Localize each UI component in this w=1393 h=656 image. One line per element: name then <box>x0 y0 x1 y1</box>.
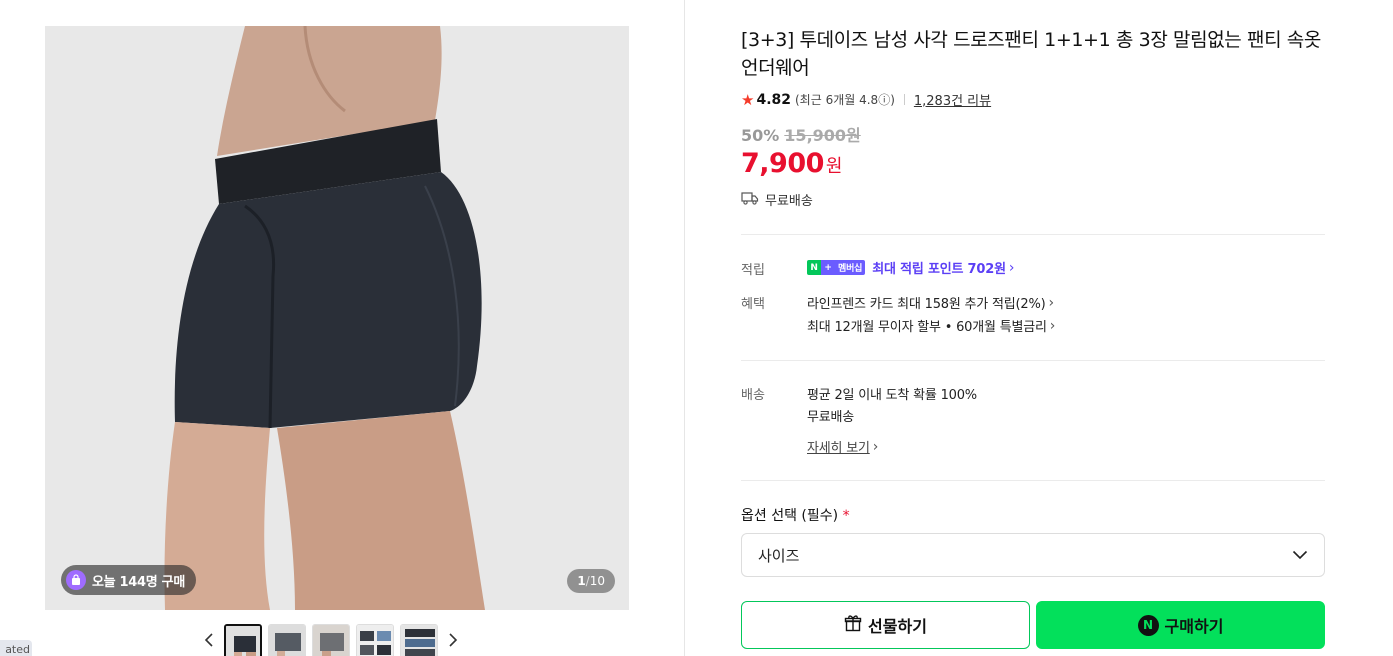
thumbnail-3[interactable] <box>312 624 350 656</box>
option-label: 옵션 선택 (필수) * <box>741 505 850 525</box>
divider <box>741 480 1325 481</box>
required-mark: * <box>842 508 850 524</box>
delivery-arrival-text: 평균 2일 이내 도착 확률 100% <box>807 388 977 403</box>
divider <box>903 94 905 105</box>
thumbnail-4[interactable] <box>356 624 394 656</box>
membership-points-link[interactable]: N + 멤버십 최대 적립 포인트 702원 › <box>807 258 1014 277</box>
discount-percent: 50% <box>741 126 780 145</box>
recent-rating[interactable]: (최근 6개월 4.8ⓘ) <box>795 91 895 108</box>
thumbnail-5[interactable] <box>400 624 438 656</box>
thumbnail-2[interactable] <box>268 624 306 656</box>
page-total: 10 <box>589 574 605 588</box>
delivery-arrival: 평균 2일 이내 도착 확률 100% <box>807 384 977 403</box>
star-icon: ★ <box>741 90 755 109</box>
card-benefit-link[interactable]: 라인프렌즈 카드 최대 158원 추가 적립(2%) › <box>807 293 1054 313</box>
sale-price-row: 7,900 원 <box>741 148 842 179</box>
shopping-bag-icon <box>66 570 86 590</box>
review-count-link[interactable]: 1,283건 리뷰 <box>914 90 991 109</box>
chevron-down-icon <box>1292 546 1308 564</box>
delivery-detail-link[interactable]: 자세히 보기 › <box>807 437 879 457</box>
buy-button[interactable]: N 구매하기 <box>1036 601 1325 649</box>
discount-row: 50% 15,900원 <box>741 122 861 146</box>
rating-row: ★ 4.82 (최근 6개월 4.8ⓘ) 1,283건 리뷰 <box>741 90 991 110</box>
product-main-image[interactable]: 오늘 144명 구매 1 / 10 <box>45 26 629 610</box>
corner-status-tag: ated <box>0 640 32 656</box>
thumbnail-strip <box>200 624 462 656</box>
delivery-label: 배송 <box>741 388 765 403</box>
plus-icon: + <box>821 260 835 275</box>
option-select-value: 사이즈 <box>758 546 800 565</box>
chevron-right-icon: › <box>1049 317 1056 334</box>
image-page-indicator: 1 / 10 <box>567 569 615 593</box>
delivery-fee-text: 무료배송 <box>807 410 855 425</box>
installment-benefit-link[interactable]: 최대 12개월 무이자 할부 • 60개월 특별금리 › <box>807 316 1056 336</box>
rating-score: 4.82 <box>756 91 791 108</box>
divider <box>741 234 1325 235</box>
buy-count-text: 오늘 144명 구매 <box>92 574 185 590</box>
free-shipping-row: 무료배송 <box>741 190 813 209</box>
product-gallery: 오늘 144명 구매 1 / 10 <box>0 0 685 656</box>
max-points-text: 최대 적립 포인트 702원 <box>872 262 1006 277</box>
gift-button-label: 선물하기 <box>868 617 927 636</box>
product-title: [3+3] 투데이즈 남성 사각 드로즈팬티 1+1+1 총 3장 말림없는 팬… <box>741 29 1321 79</box>
option-label-text: 옵션 선택 (필수) <box>741 508 839 524</box>
sale-price: 7,900 <box>741 148 824 179</box>
divider <box>741 360 1325 361</box>
gift-icon <box>844 614 862 636</box>
original-price: 15,900원 <box>784 126 861 145</box>
currency-unit: 원 <box>825 156 843 177</box>
chevron-right-icon[interactable] <box>444 624 462 656</box>
truck-icon <box>741 191 759 209</box>
card-benefit-text: 라인프렌즈 카드 최대 158원 추가 적립(2%) <box>807 297 1046 312</box>
membership-badge-label: 멤버십 <box>835 260 866 275</box>
detail-link-text[interactable]: 자세히 보기 <box>807 437 870 456</box>
naver-pay-icon: N <box>1137 614 1159 636</box>
size-option-select[interactable]: 사이즈 <box>741 533 1325 577</box>
chevron-right-icon: › <box>872 438 879 455</box>
naver-n-icon: N <box>807 260 821 275</box>
page-current: 1 <box>577 574 586 588</box>
gift-button[interactable]: 선물하기 <box>741 601 1030 649</box>
delivery-fee: 무료배송 <box>807 406 854 425</box>
chevron-right-icon: › <box>1048 294 1054 311</box>
points-label: 적립 <box>741 263 765 278</box>
installment-benefit-text: 최대 12개월 무이자 할부 • 60개월 특별금리 <box>807 320 1047 335</box>
thumbnail-1[interactable] <box>224 624 262 656</box>
buy-button-label: 구매하기 <box>1164 617 1224 636</box>
free-shipping-text: 무료배송 <box>765 194 813 209</box>
chevron-right-icon: › <box>1008 259 1015 276</box>
naver-membership-badge: N + 멤버십 <box>807 260 866 275</box>
benefit-label: 혜택 <box>741 297 765 312</box>
today-buy-count-badge: 오늘 144명 구매 <box>61 565 196 595</box>
chevron-left-icon[interactable] <box>200 624 218 656</box>
product-info-panel: [3+3] 투데이즈 남성 사각 드로즈팬티 1+1+1 총 3장 말림없는 팬… <box>741 0 1325 656</box>
